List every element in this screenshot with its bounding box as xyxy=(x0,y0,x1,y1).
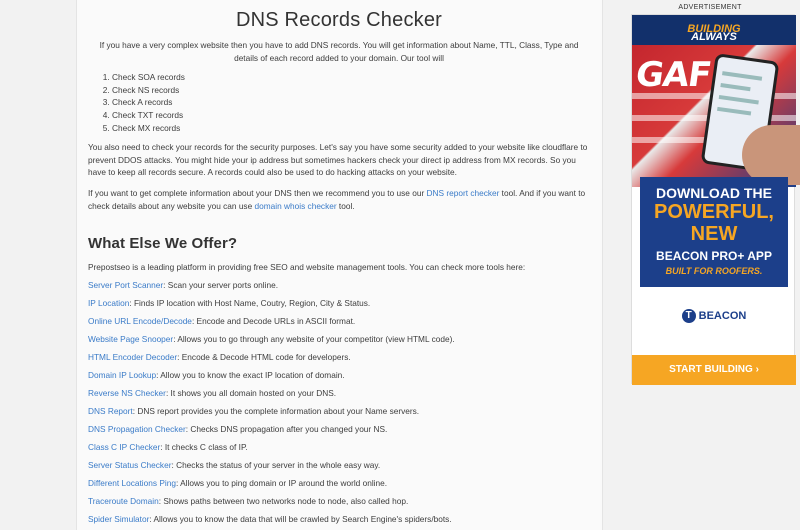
tool-link[interactable]: Traceroute Domain xyxy=(88,496,159,506)
tool-desc: : Allow you to know the exact IP locatio… xyxy=(156,370,345,381)
ad-line: BEACON PRO+ APP xyxy=(656,249,772,263)
tool-desc: : It checks C class of IP. xyxy=(160,441,248,452)
tool-link[interactable]: Server Port Scanner xyxy=(88,280,163,290)
offer-intro: Prepostseo is a leading platform in prov… xyxy=(88,262,526,273)
tool-link[interactable]: Online URL Encode/Decode xyxy=(88,316,192,326)
list-item: Check TXT records xyxy=(112,109,590,122)
ad-line: POWERFUL, xyxy=(654,201,774,223)
tool-link[interactable]: Server Status Checker xyxy=(88,460,171,470)
offer-heading: What Else We Offer? xyxy=(88,235,238,253)
recommend-text: If you want to get complete information … xyxy=(88,187,427,198)
tool-desc: : It shows you all domain hosted on your… xyxy=(165,388,337,399)
dns-report-checker-link[interactable]: DNS report checker xyxy=(427,188,500,198)
checks-list: Check SOA records Check NS records Check… xyxy=(88,71,590,134)
tool-item: Domain IP Lookup: Allow you to know the … xyxy=(88,369,590,382)
page-title: DNS Records Checker xyxy=(235,9,443,31)
list-item: Check NS records xyxy=(112,84,590,97)
recommend-paragraph: If you want to get complete information … xyxy=(88,187,590,212)
ad-headline-panel: DOWNLOAD THE POWERFUL, NEW BEACON PRO+ A… xyxy=(640,177,788,287)
tool-desc: : Checks DNS propagation after you chang… xyxy=(185,423,388,434)
tool-desc: : Encode & Decode HTML code for develope… xyxy=(177,352,351,363)
tool-link[interactable]: DNS Report xyxy=(88,406,133,416)
tool-item: HTML Encoder Decoder: Encode & Decode HT… xyxy=(88,351,590,364)
tool-item: Online URL Encode/Decode: Encode and Dec… xyxy=(88,315,590,328)
tool-item: Server Status Checker: Checks the status… xyxy=(88,459,590,472)
tool-link[interactable]: Different Locations Ping xyxy=(88,478,176,488)
tool-item: DNS Report: DNS report provides you the … xyxy=(88,405,590,418)
tool-desc: : Allows you to go through any website o… xyxy=(173,334,455,345)
tool-item: Spider Simulator: Allows you to know the… xyxy=(88,513,590,526)
tool-link[interactable]: Reverse NS Checker xyxy=(88,388,166,398)
tool-desc: : Shows paths between two networks node … xyxy=(158,495,409,506)
list-item: Check A records xyxy=(112,96,590,109)
tool-link[interactable]: DNS Propagation Checker xyxy=(88,424,186,434)
start-building-button[interactable]: START BUILDING › xyxy=(632,355,796,385)
tool-link[interactable]: Class C IP Checker xyxy=(88,442,160,452)
main-content: DNS Records Checker If you have a very c… xyxy=(76,0,603,530)
tool-item: Website Page Snooper: Allows you to go t… xyxy=(88,333,590,346)
recommend-text: tool. xyxy=(336,200,355,211)
intro-text: If you have a very complex website then … xyxy=(99,40,579,63)
beacon-logo-icon: T xyxy=(681,309,696,323)
tool-item: IP Location: Finds IP location with Host… xyxy=(88,297,590,310)
tool-desc: : Scan your server ports online. xyxy=(163,280,278,291)
tool-item: Server Port Scanner: Scan your server po… xyxy=(88,279,590,292)
tool-desc: : Finds IP location with Host Name, Cout… xyxy=(129,298,371,309)
tool-desc: : Checks the status of your server in th… xyxy=(171,459,381,470)
domain-whois-checker-link[interactable]: domain whois checker xyxy=(255,201,337,211)
security-paragraph: You also need to check your records for … xyxy=(88,142,588,178)
tools-list: Server Port Scanner: Scan your server po… xyxy=(88,279,590,525)
tool-desc: : DNS report provides you the complete i… xyxy=(132,406,420,416)
tool-link[interactable]: Spider Simulator xyxy=(88,514,149,524)
list-item: Check MX records xyxy=(112,122,590,135)
tool-desc: : Encode and Decode URLs in ASCII format… xyxy=(191,316,356,327)
tool-link[interactable]: Domain IP Lookup xyxy=(88,370,156,380)
ad-photo-logo: GAF xyxy=(633,55,714,95)
tool-link[interactable]: IP Location xyxy=(88,298,129,308)
tool-link[interactable]: HTML Encoder Decoder xyxy=(88,352,177,362)
ad-banner[interactable]: ALWAYS BUILDING GAF DOWNLOAD THE POWERFU… xyxy=(631,14,800,385)
ad-top-bar: ALWAYS BUILDING xyxy=(632,15,796,45)
advertisement-label: ADVERTISEMENT xyxy=(678,4,742,11)
tool-item: Reverse NS Checker: It shows you all dom… xyxy=(88,387,590,400)
ad-line: BUILT FOR ROOFERS. xyxy=(665,266,763,276)
tool-item: Class C IP Checker: It checks C class of… xyxy=(88,441,590,454)
tool-link[interactable]: Website Page Snooper xyxy=(88,334,173,344)
list-item: Check SOA records xyxy=(112,71,590,84)
tool-item: Different Locations Ping: Allows you to … xyxy=(88,477,590,490)
ad-photo: GAF xyxy=(632,45,800,187)
ad-brand: T BEACON xyxy=(632,309,796,323)
tool-item: DNS Propagation Checker: Checks DNS prop… xyxy=(88,423,590,436)
tool-desc: : Allows you to ping domain or IP around… xyxy=(175,477,388,488)
ad-line: NEW xyxy=(690,223,738,245)
ad-line: DOWNLOAD THE xyxy=(656,185,772,201)
tool-item: Traceroute Domain: Shows paths between t… xyxy=(88,495,590,508)
ad-tagline: ALWAYS BUILDING xyxy=(687,23,741,43)
tool-desc: : Allows you to know the data that will … xyxy=(149,513,452,524)
hand-image xyxy=(742,125,800,185)
